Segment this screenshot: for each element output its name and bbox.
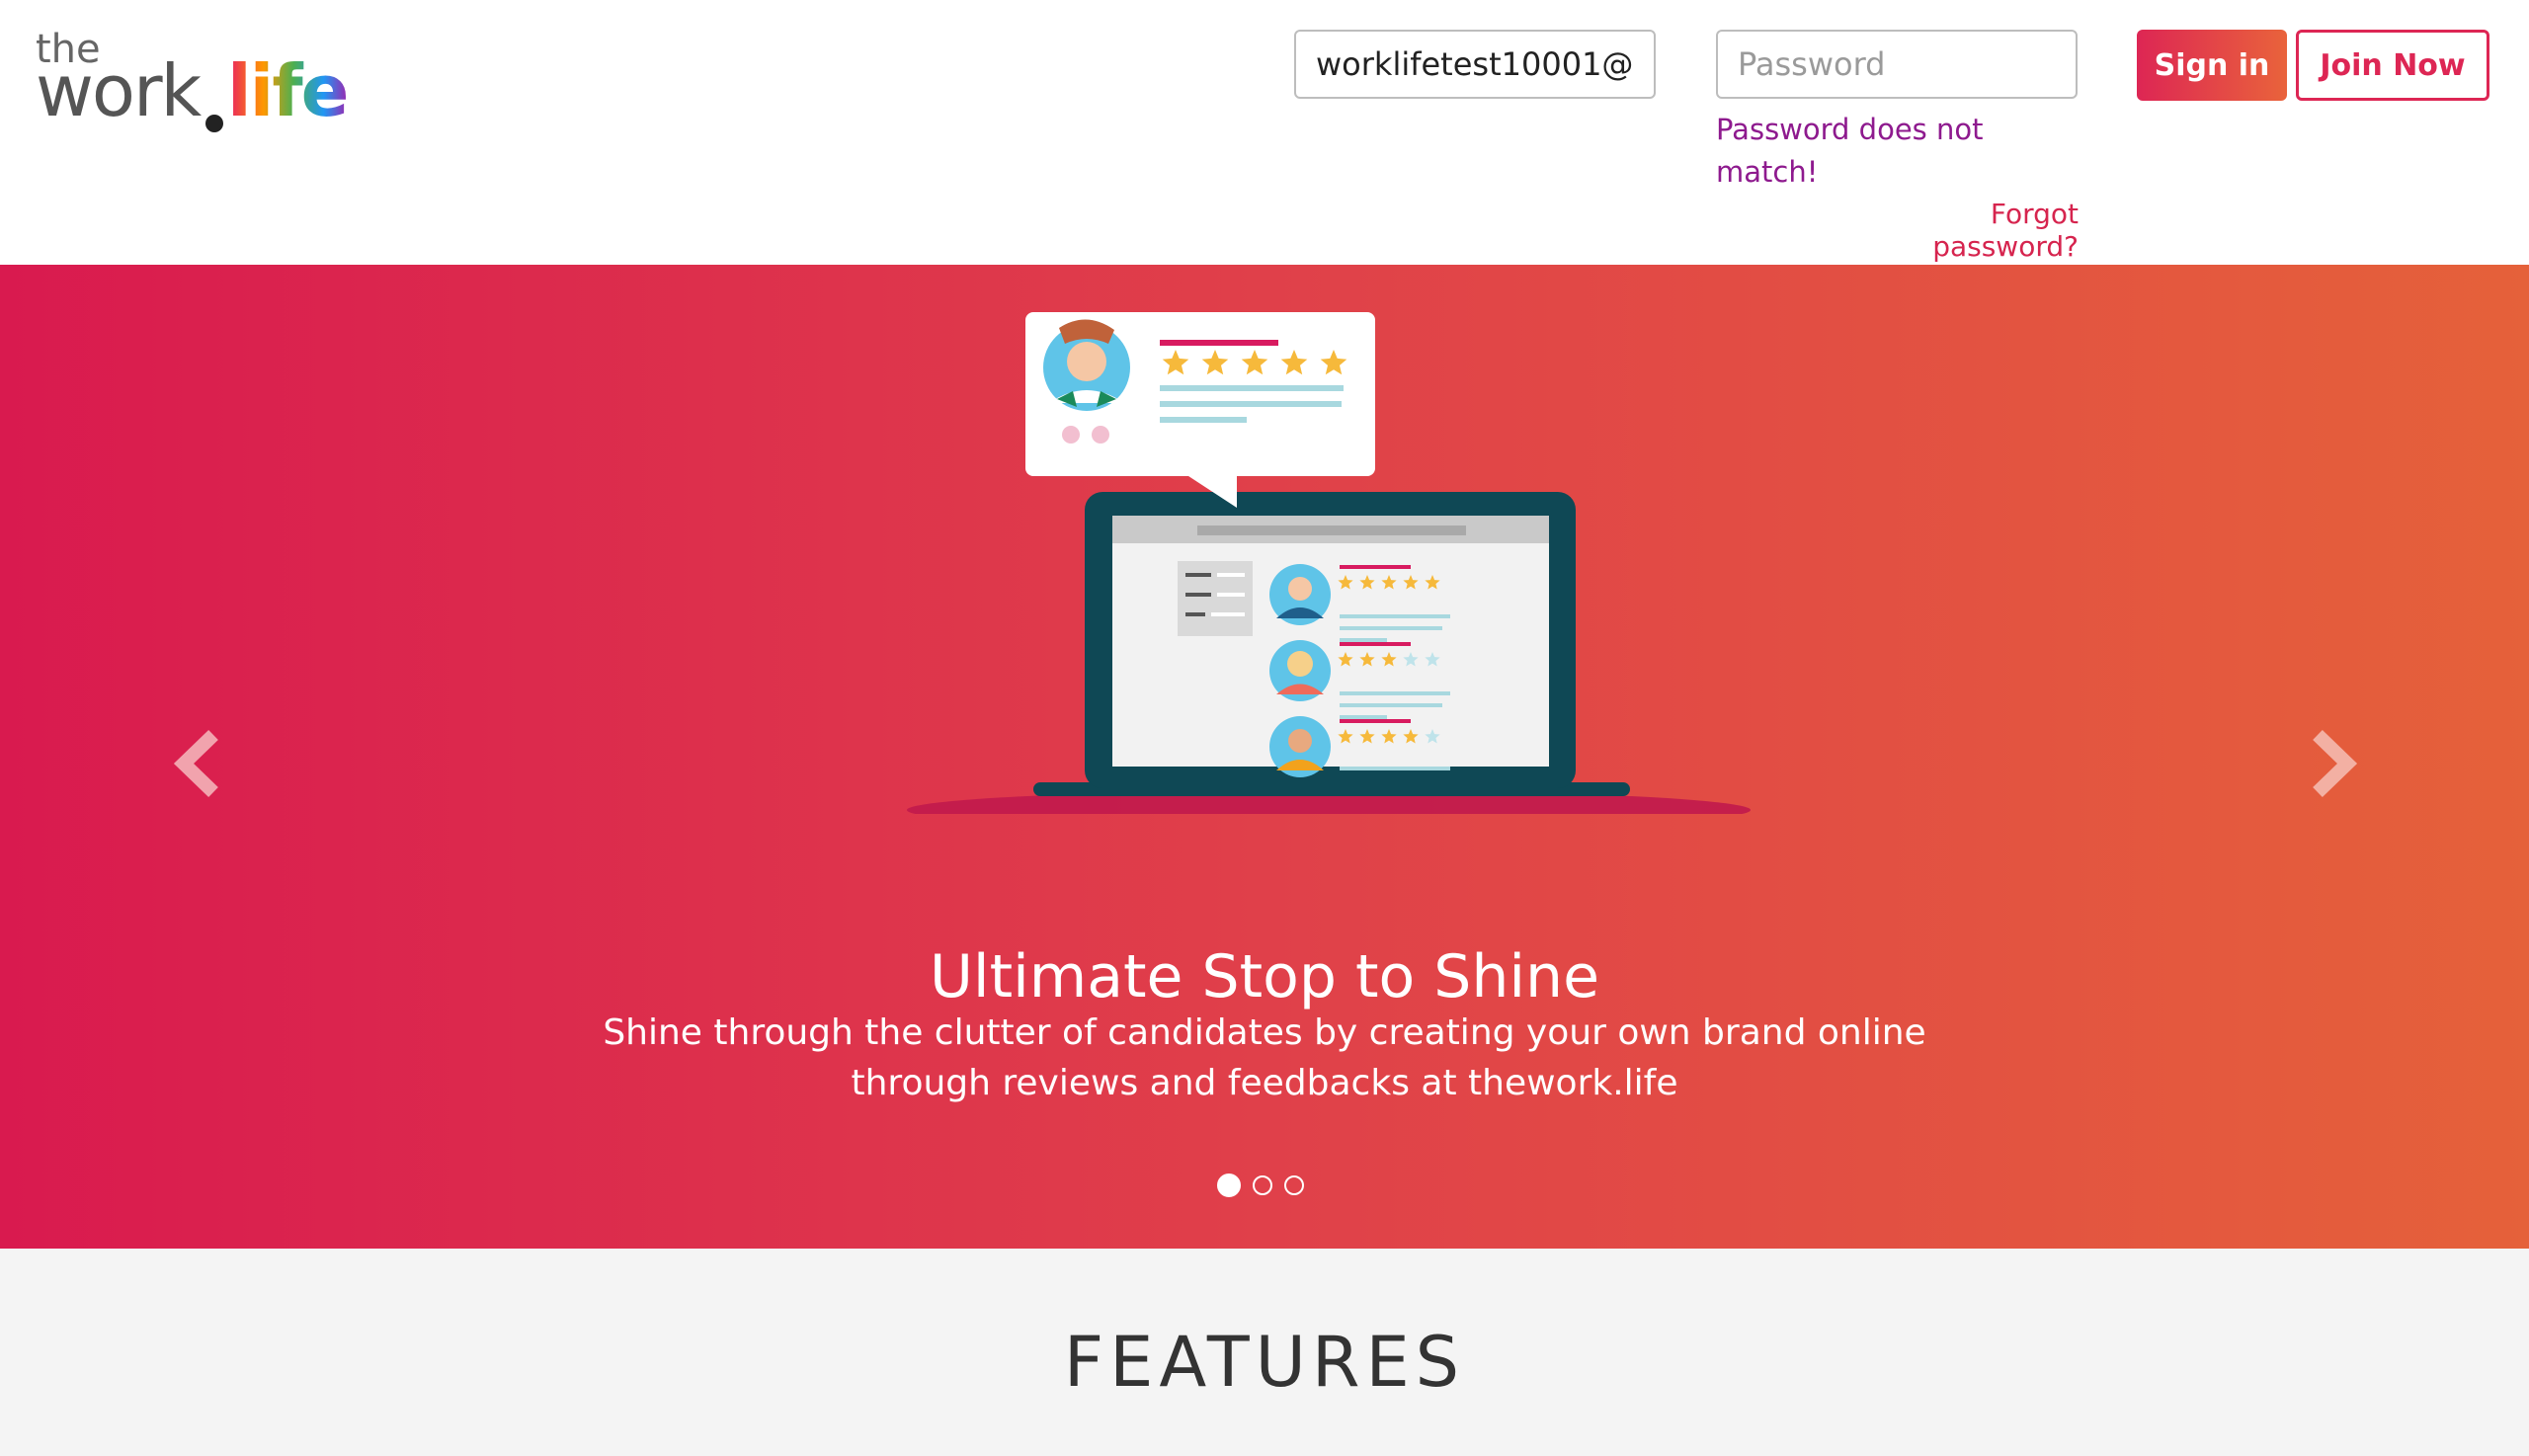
carousel-indicators bbox=[1217, 1173, 1355, 1203]
forgot-password-link[interactable]: Forgot password? bbox=[1845, 198, 2079, 263]
features-title: FEATURES bbox=[1063, 1322, 1466, 1403]
features-section: FEATURES bbox=[0, 1249, 2529, 1456]
carousel-next-button[interactable] bbox=[2302, 729, 2361, 798]
hero-title: Ultimate Stop to Shine bbox=[929, 942, 1600, 1011]
carousel-indicator-1[interactable] bbox=[1217, 1173, 1241, 1197]
password-field[interactable] bbox=[1716, 30, 2078, 99]
carousel-indicator-2[interactable] bbox=[1253, 1175, 1272, 1195]
email-field[interactable] bbox=[1294, 30, 1656, 99]
logo[interactable]: the work life bbox=[36, 30, 352, 132]
logo-work: work bbox=[36, 49, 202, 132]
chevron-left-icon bbox=[173, 729, 218, 798]
join-now-button[interactable]: Join Now bbox=[2296, 30, 2489, 101]
logo-dot bbox=[205, 115, 223, 132]
password-error-message: Password does not match! bbox=[1716, 113, 1984, 189]
site-header: the work life Password does not match! F… bbox=[0, 0, 2529, 265]
reviews-laptop-illustration bbox=[907, 312, 1751, 814]
hero-carousel: Ultimate Stop to Shine Shine through the… bbox=[0, 265, 2529, 1249]
chevron-right-icon bbox=[2313, 729, 2358, 798]
carousel-indicator-3[interactable] bbox=[1284, 1175, 1304, 1195]
sign-in-button[interactable]: Sign in bbox=[2137, 30, 2287, 101]
carousel-prev-button[interactable] bbox=[170, 729, 229, 798]
logo-life: life bbox=[227, 49, 350, 132]
hero-subtitle: Shine through the clutter of candidates … bbox=[603, 1012, 1926, 1103]
